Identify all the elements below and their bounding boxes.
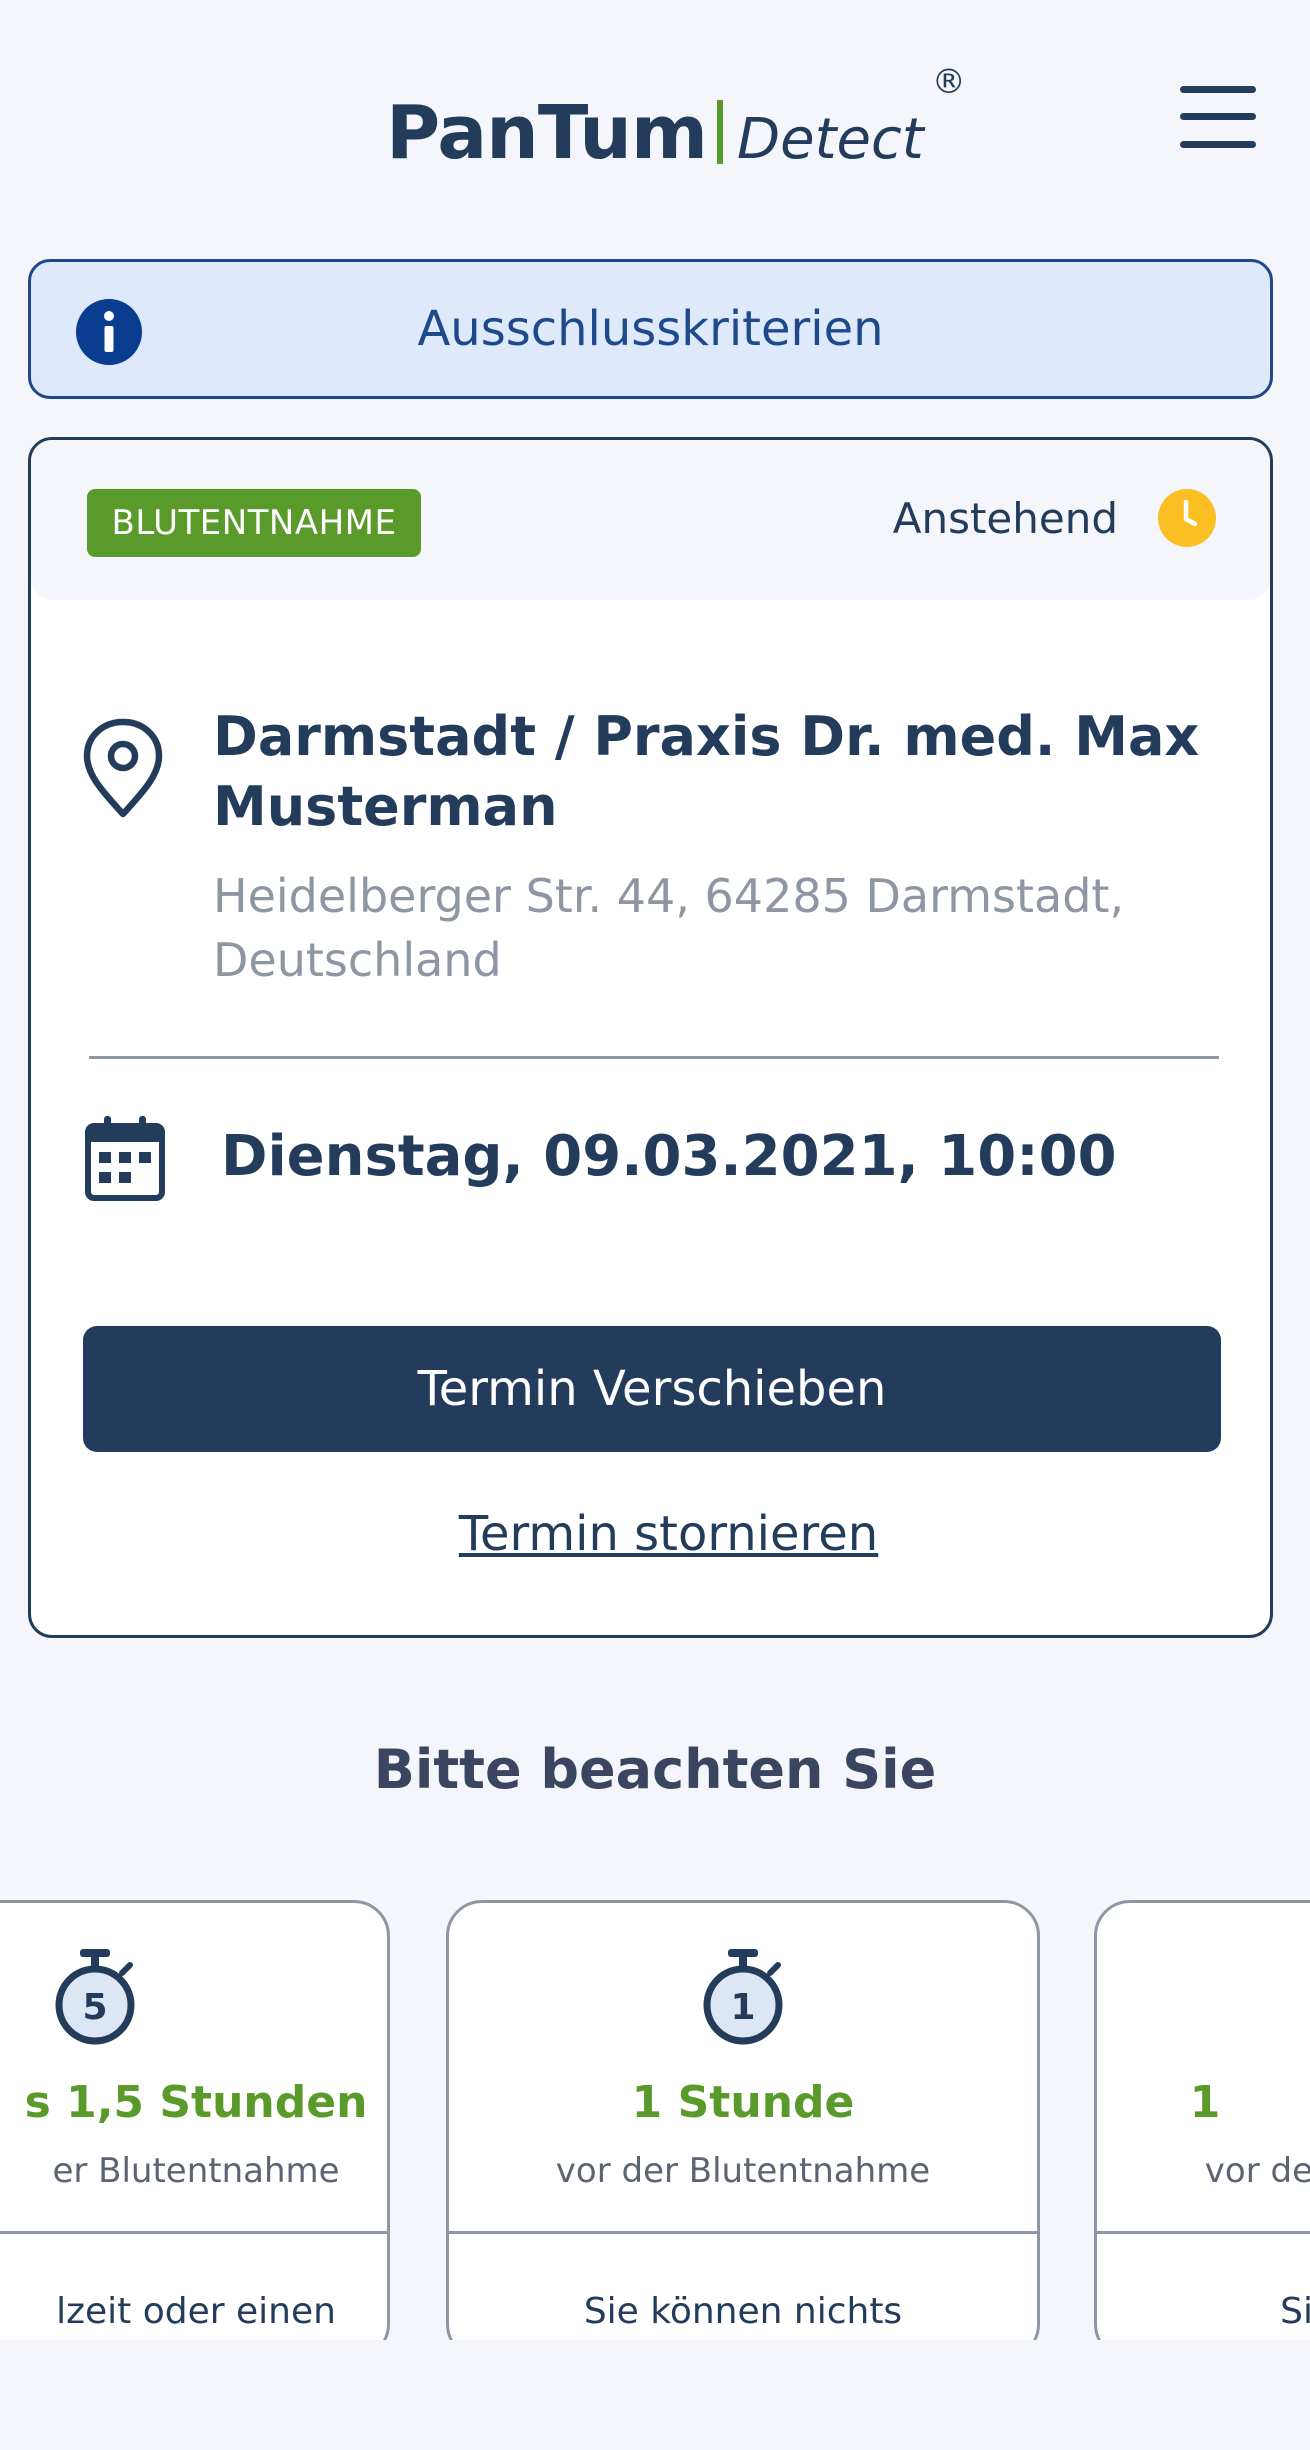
logo-main-text: PanTum [386, 90, 708, 176]
tip-card[interactable]: 5 s 1,5 Stunden er Blutentnahme lzeit od… [0, 1900, 390, 2340]
pantum-detect-logo: PanTum Detect ® [386, 62, 966, 176]
logo-divider [717, 100, 724, 164]
notice-carousel[interactable]: 5 s 1,5 Stunden er Blutentnahme lzeit od… [0, 1900, 1310, 2340]
location-pin-icon [83, 718, 163, 818]
tip-title: 1 [1189, 2077, 1221, 2128]
cancel-appointment-link[interactable]: Termin stornieren [31, 1506, 1270, 1562]
tip-card[interactable]: 1 1 Stunde vor der Blutentnahme Sie könn… [446, 1900, 1040, 2340]
tip-subtitle: vor de [1097, 2151, 1310, 2191]
appointment-card: BLUTENTNAHME Anstehend Darmstadt / Praxi… [28, 437, 1273, 1638]
stopwatch-5-icon: 5 [55, 1949, 135, 2045]
hamburger-menu-icon[interactable] [1180, 86, 1256, 148]
stopwatch-number: 1 [730, 1987, 755, 2028]
calendar-icon [85, 1116, 165, 1201]
reschedule-button[interactable]: Termin Verschieben [83, 1326, 1221, 1452]
appointment-type-badge: BLUTENTNAHME [87, 489, 421, 557]
tip-body-text: Si [1280, 2291, 1310, 2332]
clock-icon [1158, 489, 1216, 547]
practice-address: Heidelberger Str. 44, 64285 Darmstadt, D… [213, 869, 1125, 987]
appointment-status-text: Anstehend [892, 494, 1118, 543]
stopwatch-1-icon: 1 [703, 1949, 783, 2045]
app-header: PanTum Detect ® [0, 0, 1310, 240]
practice-location-title: Darmstadt / Praxis Dr. med. Max Musterma… [213, 705, 1200, 838]
tip-body: lzeit oder einen [56, 2291, 336, 2332]
stopwatch-number: 5 [82, 1987, 107, 2028]
tip-body: Sie können nichts [583, 2291, 903, 2332]
tip-body: Si [1097, 2291, 1310, 2332]
tip-subtitle-text: vor de [1204, 2151, 1310, 2191]
tip-title: s 1,5 Stunden [24, 2077, 368, 2128]
appointment-datetime: Dienstag, 09.03.2021, 10:00 [221, 1124, 1117, 1189]
tip-card[interactable]: 1 vor de Si [1094, 1900, 1310, 2340]
notice-section-title: Bitte beachten Sie [373, 1738, 937, 1801]
exclusion-criteria-banner[interactable]: Ausschlusskriterien [28, 259, 1273, 399]
exclusion-criteria-label: Ausschlusskriterien [417, 301, 884, 357]
tip-divider [0, 2231, 387, 2234]
tip-title: 1 Stunde [631, 2077, 855, 2128]
info-icon [76, 299, 142, 365]
tip-subtitle: vor der Blutentnahme [555, 2151, 931, 2191]
tip-subtitle: er Blutentnahme [52, 2151, 340, 2191]
card-divider [89, 1056, 1219, 1059]
logo-registered-mark: ® [931, 62, 966, 102]
logo-sub-text: Detect [737, 107, 924, 172]
tip-divider [1097, 2231, 1310, 2234]
tip-divider [449, 2231, 1037, 2234]
